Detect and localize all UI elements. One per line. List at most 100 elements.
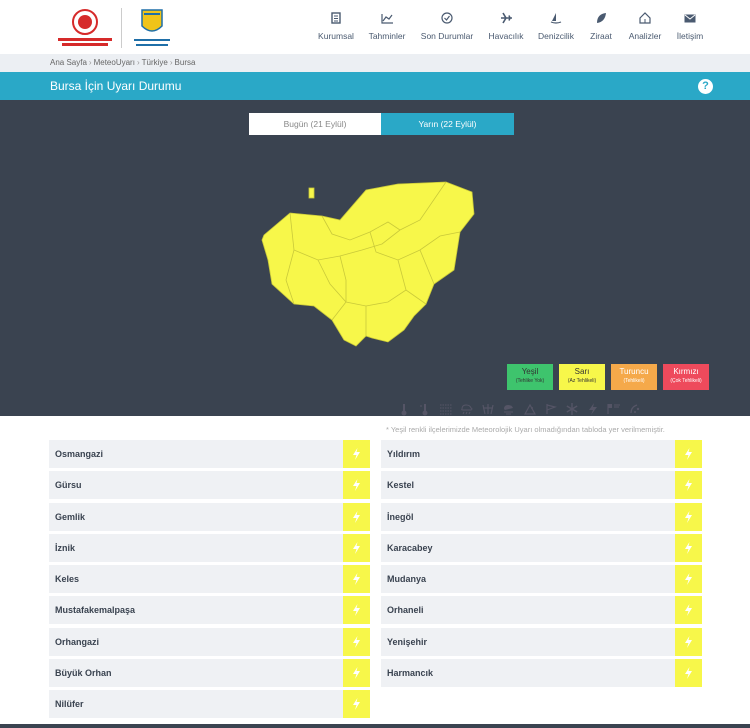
- tab-today[interactable]: Bugün (21 Eylül): [249, 113, 381, 135]
- breadcrumb: Ana Sayfa › MeteoUyarı › Türkiye › Bursa: [0, 54, 750, 72]
- nav-label: İletişim: [676, 31, 704, 41]
- district-name: Büyük Orhan: [55, 668, 112, 679]
- help-icon[interactable]: ?: [698, 79, 713, 94]
- avalanche-icon[interactable]: [519, 402, 540, 416]
- flag-icon[interactable]: [603, 402, 624, 416]
- page-title: Bursa İçin Uyarı Durumu: [50, 79, 182, 93]
- district-name: Kestel: [387, 480, 415, 491]
- table-row[interactable]: Orhaneli: [381, 596, 702, 625]
- table-row[interactable]: Keles: [49, 565, 370, 594]
- district-name: Mudanya: [387, 574, 427, 585]
- table-row[interactable]: Mustafakemalpaşa: [49, 596, 370, 625]
- building-icon: [331, 10, 341, 26]
- ministry-logo[interactable]: [52, 6, 118, 50]
- district-name: Orhangazi: [55, 636, 100, 647]
- lightning-warning-icon[interactable]: [675, 565, 702, 594]
- table-row[interactable]: İznik: [49, 533, 370, 562]
- chart-icon: [380, 10, 394, 26]
- lightning-warning-icon[interactable]: [343, 596, 370, 625]
- nav-label: Havacılık: [488, 31, 524, 41]
- nav-analizler[interactable]: Analizler: [620, 10, 670, 41]
- lightning-warning-icon[interactable]: [675, 659, 702, 688]
- breadcrumb-bursa: Bursa: [174, 58, 196, 67]
- district-name: Karacabey: [387, 542, 433, 553]
- lightning-warning-icon[interactable]: [343, 533, 370, 562]
- table-row[interactable]: Karacabey: [381, 533, 702, 562]
- table-row[interactable]: Mudanya: [381, 565, 702, 594]
- nav-label: Analizler: [628, 31, 662, 41]
- nav-label: Son Durumlar: [420, 31, 474, 41]
- table-row[interactable]: Orhangazi: [49, 627, 370, 656]
- lightning-warning-icon[interactable]: [675, 502, 702, 531]
- nav-label: Tahminler: [368, 31, 406, 41]
- dust-icon[interactable]: [624, 402, 645, 416]
- table-row[interactable]: Gürsu: [49, 471, 370, 500]
- legend-red: Kırmızı (Çok Tehlikeli): [663, 364, 709, 390]
- nav-son-durumlar[interactable]: Son Durumlar: [412, 10, 482, 41]
- wind-icon[interactable]: [540, 402, 561, 416]
- nav-label: Ziraat: [590, 31, 612, 41]
- lightning-warning-icon[interactable]: [343, 471, 370, 500]
- table-row[interactable]: Yıldırım: [381, 440, 702, 468]
- nav-denizcilik[interactable]: Denizcilik: [530, 10, 582, 41]
- tab-tomorrow[interactable]: Yarın (22 Eylül): [381, 113, 514, 135]
- thermometer-hot-icon[interactable]: [393, 402, 414, 416]
- map-island[interactable]: [308, 187, 315, 199]
- footer-bar: [0, 724, 750, 728]
- table-row[interactable]: Kestel: [381, 471, 702, 500]
- district-list-right: Yıldırım Kestel İnegöl Karacabey Mudanya…: [381, 440, 702, 690]
- plane-icon: [500, 10, 513, 26]
- gauge-icon: [441, 10, 453, 26]
- header: Kurumsal Tahminler Son Durumlar Havacılı…: [0, 0, 750, 54]
- main-nav: Kurumsal Tahminler Son Durumlar Havacılı…: [310, 10, 710, 41]
- lightning-warning-icon[interactable]: [343, 627, 370, 656]
- meteoroloji-logo[interactable]: [130, 6, 174, 50]
- lightning-warning-icon[interactable]: [675, 471, 702, 500]
- thermometer-cold-icon[interactable]: [414, 402, 435, 416]
- nav-iletisim[interactable]: İletişim: [670, 10, 710, 41]
- leaf-icon: [595, 10, 607, 26]
- storm-icon[interactable]: [498, 402, 519, 416]
- nav-tahminler[interactable]: Tahminler: [362, 10, 412, 41]
- table-row[interactable]: Nilüfer: [49, 690, 370, 719]
- nav-havacilik[interactable]: Havacılık: [482, 10, 530, 41]
- lightning-warning-icon[interactable]: [675, 627, 702, 656]
- table-row[interactable]: Osmangazi: [49, 440, 370, 468]
- snow-icon[interactable]: [477, 402, 498, 416]
- lightning-warning-icon[interactable]: [343, 690, 370, 719]
- fog-icon[interactable]: [435, 402, 456, 416]
- nav-kurumsal[interactable]: Kurumsal: [310, 10, 362, 41]
- nav-ziraat[interactable]: Ziraat: [582, 10, 620, 41]
- map-province-outline[interactable]: [261, 181, 475, 347]
- mail-icon: [684, 10, 696, 26]
- district-name: Osmangazi: [55, 449, 104, 459]
- breadcrumb-meteouyari[interactable]: MeteoUyarı: [94, 58, 135, 67]
- district-name: Yıldırım: [387, 449, 421, 459]
- frost-icon[interactable]: [561, 402, 582, 416]
- nav-label: Denizcilik: [538, 31, 574, 41]
- breadcrumb-turkiye[interactable]: Türkiye: [142, 58, 168, 67]
- note-text: * Yeşil renkli ilçelerimizde Meteoroloji…: [386, 425, 665, 434]
- lightning-warning-icon[interactable]: [675, 440, 702, 468]
- table-row[interactable]: Yenişehir: [381, 627, 702, 656]
- lightning-warning-icon[interactable]: [675, 533, 702, 562]
- map-panel: Bugün (21 Eylül) Yarın (22 Eylül) Yeşil …: [0, 100, 750, 416]
- lightning-warning-icon[interactable]: [343, 565, 370, 594]
- legend: Yeşil (Tehlike Yok) Sarı (Az Tehlikeli) …: [507, 364, 709, 390]
- table-row[interactable]: Harmancık: [381, 659, 702, 688]
- lightning-warning-icon[interactable]: [343, 502, 370, 531]
- district-name: Mustafakemalpaşa: [55, 605, 136, 616]
- lightning-warning-icon[interactable]: [675, 596, 702, 625]
- district-name: Yenişehir: [387, 636, 428, 647]
- district-name: Keles: [55, 574, 80, 585]
- district-name: Gemlik: [55, 511, 86, 522]
- breadcrumb-home[interactable]: Ana Sayfa: [50, 58, 87, 67]
- bursa-district-map[interactable]: [250, 180, 490, 430]
- table-row[interactable]: İnegöl: [381, 502, 702, 531]
- table-row[interactable]: Gemlik: [49, 502, 370, 531]
- lightning-warning-icon[interactable]: [343, 440, 370, 468]
- lightning-icon[interactable]: [582, 402, 603, 416]
- lightning-warning-icon[interactable]: [343, 659, 370, 688]
- rain-icon[interactable]: [456, 402, 477, 416]
- table-row[interactable]: Büyük Orhan: [49, 659, 370, 688]
